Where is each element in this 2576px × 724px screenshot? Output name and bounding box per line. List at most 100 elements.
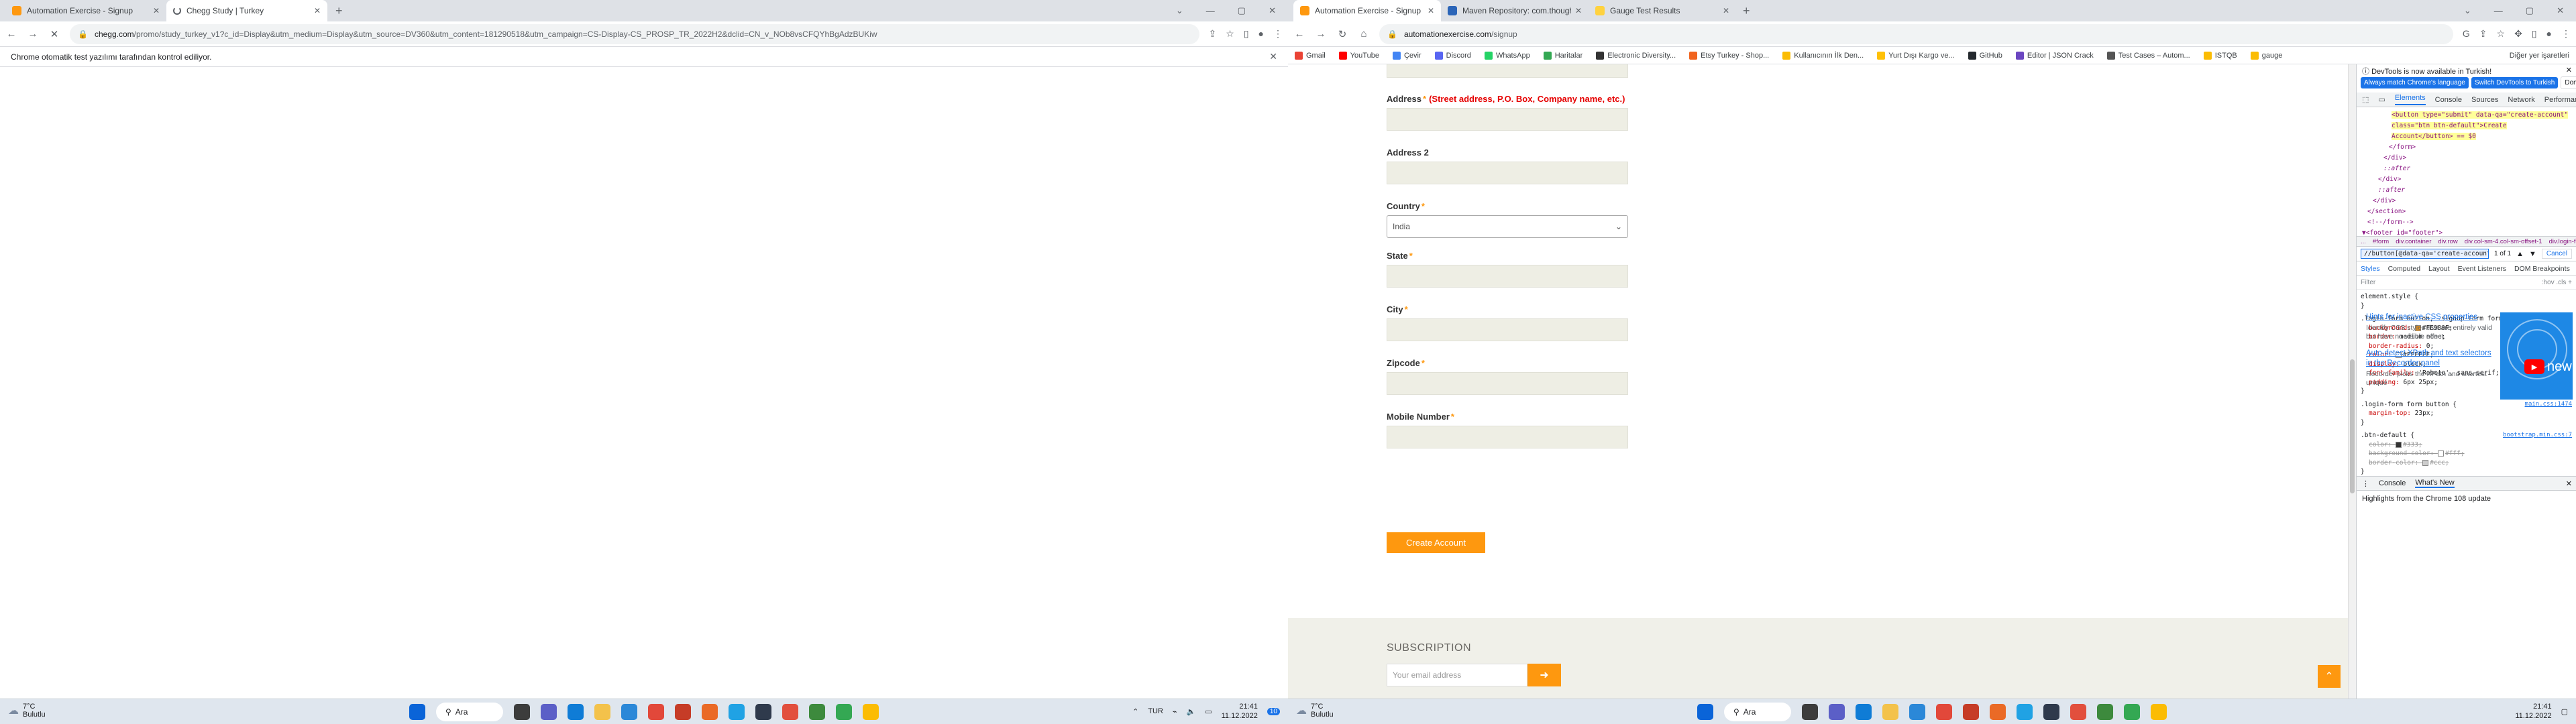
find-up-icon[interactable]: ▲ — [2516, 250, 2524, 258]
dom-node[interactable]: </form> — [2362, 142, 2571, 153]
city-input[interactable] — [1387, 318, 1628, 341]
find-down-icon[interactable]: ▼ — [2529, 250, 2536, 258]
profile-icon[interactable]: ● — [1258, 28, 1264, 40]
card-link[interactable]: Auto-detect XPath and text selectors in … — [2366, 349, 2493, 369]
app-icon[interactable] — [729, 703, 745, 720]
drawer-tab-console[interactable]: Console — [2379, 479, 2406, 487]
sidebar-icon[interactable]: ▯ — [1244, 28, 1249, 40]
profile-icon[interactable]: ● — [2546, 28, 2552, 40]
tab-sources[interactable]: Sources — [2471, 96, 2498, 104]
dom-node[interactable]: <button type="submit" data-qa="create-ac… — [2362, 110, 2571, 142]
bookmark-item[interactable]: Electronic Diversity... — [1596, 51, 1676, 60]
bookmark-item[interactable]: YouTube — [1338, 51, 1379, 60]
back-icon[interactable]: ← — [1293, 28, 1305, 40]
app-icon[interactable] — [675, 703, 691, 720]
intellij-icon[interactable] — [782, 703, 798, 720]
forward-icon[interactable]: → — [1315, 28, 1327, 40]
dom-tree[interactable]: <button type="submit" data-qa="create-ac… — [2357, 107, 2576, 236]
breadcrumb-item[interactable]: div.container — [2396, 238, 2431, 245]
forward-icon[interactable]: → — [27, 28, 39, 40]
menu-icon[interactable]: ⋮ — [2561, 28, 2571, 40]
chrome-icon[interactable] — [863, 703, 879, 720]
find-cancel-button[interactable]: Cancel — [2541, 249, 2572, 259]
maximize-icon[interactable]: ▢ — [1238, 5, 1246, 16]
css-property[interactable]: background-color: #fff; — [2361, 449, 2572, 459]
css-source-link[interactable]: bootstrap.min.css:7 — [2503, 431, 2572, 440]
network-icon[interactable]: ⌁ — [1173, 707, 1177, 716]
address-input[interactable] — [1387, 108, 1628, 131]
css-source-link[interactable]: main.css:1474 — [2525, 400, 2572, 410]
notification-icon[interactable]: ▢ — [2561, 707, 2568, 716]
close-banner-icon[interactable]: ✕ — [2566, 66, 2572, 74]
new-tab-button[interactable]: + — [335, 4, 343, 18]
dom-node[interactable]: ::after — [2362, 164, 2571, 174]
close-tab-icon[interactable]: ✕ — [314, 6, 321, 15]
file-explorer-icon[interactable] — [594, 703, 610, 720]
other-bookmarks[interactable]: Diğer yer işaretleri — [2510, 52, 2569, 60]
css-rule[interactable]: .login-form form button {main.css:1474 ma… — [2361, 400, 2572, 428]
weather-widget[interactable]: ☁ 7°C Bulutlu — [1296, 703, 1334, 719]
chrome-icon[interactable] — [836, 703, 852, 720]
create-account-button[interactable]: Create Account — [1387, 532, 1485, 553]
notification-badge[interactable]: 10 — [1267, 707, 1280, 715]
address2-input[interactable] — [1387, 162, 1628, 184]
dom-node[interactable]: ::after — [2362, 185, 2571, 196]
bookmark-item[interactable]: gauge — [2250, 51, 2282, 60]
app-icon[interactable] — [755, 703, 771, 720]
tab-chegg[interactable]: Chegg Study | Turkey ✕ — [166, 0, 327, 21]
find-input[interactable]: //button[@data-qa='create-account'] — [2361, 249, 2489, 259]
tab-automation-exercise[interactable]: Automation Exercise - Signup ✕ — [5, 0, 166, 21]
breadcrumb-item[interactable]: div.col-sm-4.col-sm-offset-1 — [2465, 238, 2542, 245]
styles-tab[interactable]: Layout — [2428, 265, 2450, 273]
tab-console[interactable]: Console — [2435, 96, 2462, 104]
styles-tab[interactable]: Computed — [2388, 265, 2420, 273]
office-icon[interactable] — [1936, 703, 1952, 720]
app-icon[interactable] — [809, 703, 825, 720]
drawer-tab-whats-new[interactable]: What's New — [2415, 479, 2455, 488]
edge-icon[interactable] — [568, 703, 584, 720]
back-icon[interactable]: ← — [5, 28, 17, 40]
breadcrumb-item[interactable]: #form — [2373, 238, 2389, 245]
bookmark-item[interactable]: Yurt Dışı Kargo ve... — [1877, 51, 1955, 60]
device-toolbar-icon[interactable]: ▭ — [2378, 95, 2385, 104]
filter-tools[interactable]: :hov .cls + — [2542, 279, 2572, 286]
taskbar-search[interactable]: ⚲ Ara — [436, 702, 503, 721]
color-swatch[interactable] — [2396, 441, 2402, 448]
clock[interactable]: 21:41 11.12.2022 — [2515, 702, 2551, 721]
close-tab-icon[interactable]: ✕ — [153, 6, 160, 15]
tab-maven[interactable]: Maven Repository: com.though... ✕ — [1441, 0, 1589, 21]
share-icon[interactable]: ⇪ — [2479, 28, 2487, 40]
app-icon[interactable] — [2097, 703, 2113, 720]
dom-node[interactable]: </div> — [2362, 174, 2571, 185]
css-rule[interactable]: .btn-default {bootstrap.min.css:7 color: … — [2361, 431, 2572, 476]
bookmark-item[interactable]: Test Cases – Autom... — [2106, 51, 2190, 60]
bookmark-star-icon[interactable]: ☆ — [1226, 28, 1234, 40]
tab-search-icon[interactable]: ⌄ — [1176, 5, 1183, 16]
styles-tab[interactable]: Event Listeners — [2458, 265, 2506, 273]
share-icon[interactable]: ⇪ — [1209, 28, 1217, 40]
task-view-icon[interactable] — [1802, 703, 1818, 720]
start-icon[interactable] — [409, 703, 425, 720]
app-icon[interactable] — [1963, 703, 1979, 720]
office-icon[interactable] — [648, 703, 664, 720]
css-rule[interactable]: element.style {} — [2361, 292, 2572, 310]
styles-tab[interactable]: Styles — [2361, 265, 2380, 273]
dont-show-button[interactable]: Don't show again — [2561, 76, 2576, 89]
zipcode-input[interactable] — [1387, 372, 1628, 395]
css-property[interactable]: margin-top: 23px; — [2361, 409, 2572, 418]
css-property[interactable]: color: #333; — [2361, 440, 2572, 450]
extensions-icon[interactable]: ✥ — [2514, 28, 2522, 40]
tab-elements[interactable]: Elements — [2394, 94, 2426, 105]
sidebar-icon[interactable]: ▯ — [2532, 28, 2537, 40]
inspect-icon[interactable]: ⬚ — [2362, 95, 2369, 104]
state-input[interactable] — [1387, 265, 1628, 288]
whats-new-video[interactable]: ▶ new — [2500, 312, 2573, 400]
bookmark-item[interactable]: Editor | JSON Crack — [2015, 51, 2094, 60]
dom-node[interactable]: </div> — [2362, 196, 2571, 206]
app-icon[interactable] — [2043, 703, 2059, 720]
teams-icon[interactable] — [541, 703, 557, 720]
close-window-icon[interactable]: ✕ — [2557, 5, 2564, 16]
address-bar[interactable]: 🔒 chegg.com/promo/study_turkey_v1?c_id=D… — [70, 23, 1199, 44]
drawer-menu-icon[interactable]: ⋮ — [2362, 479, 2369, 488]
bookmark-item[interactable]: Haritalar — [1543, 51, 1582, 60]
